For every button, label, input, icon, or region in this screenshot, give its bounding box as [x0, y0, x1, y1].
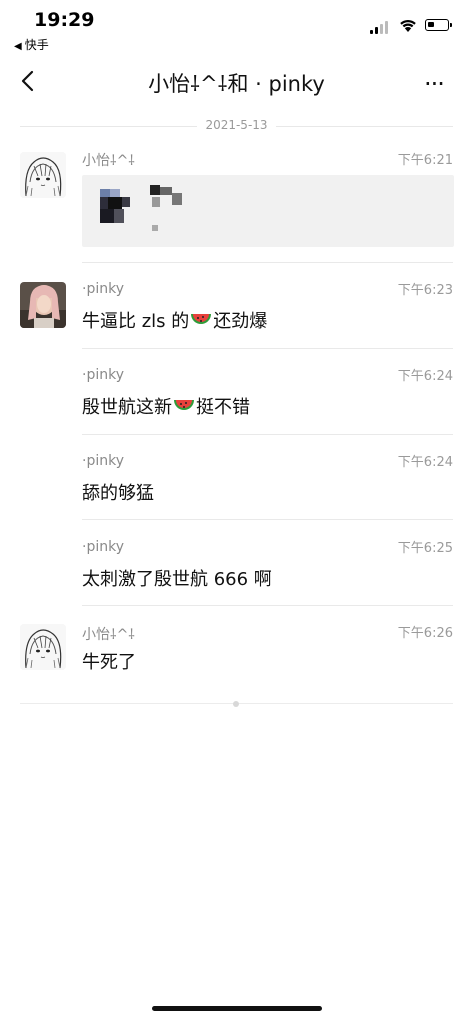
back-triangle-icon: ◀ — [14, 41, 22, 52]
sender-name: 小怡⸸^⸸ — [82, 627, 135, 643]
more-options-button[interactable]: ··· — [424, 70, 445, 98]
back-app-label: 快手 — [24, 38, 49, 52]
battery-icon — [425, 19, 452, 31]
message-text-part: 还劲爆 — [213, 311, 268, 332]
watermelon-icon — [191, 314, 212, 324]
message-text-part: 牛逼比 zls 的 — [82, 311, 190, 332]
avatar-pinky[interactable] — [20, 282, 66, 328]
date-separator: 2021-5-13 — [20, 118, 453, 134]
wifi-icon — [400, 19, 416, 32]
message-time: 下午6:24 — [397, 369, 453, 384]
pinky-photo-avatar-icon — [20, 282, 66, 328]
navigation-bar: 小怡⸸^⸸和 · pinky ··· — [0, 58, 473, 108]
sender-name: ·pinky — [82, 539, 124, 555]
message-divider — [82, 434, 453, 435]
avatar-xiaoyi[interactable] — [20, 624, 66, 670]
message-divider — [82, 605, 453, 606]
home-indicator[interactable] — [152, 1006, 322, 1011]
chat-title: 小怡⸸^⸸和 · pinky — [148, 72, 325, 96]
message-text[interactable]: 舔的够猛 — [82, 479, 154, 505]
message-text[interactable]: 牛死了 — [82, 648, 136, 674]
back-to-app-link[interactable]: ◀ 快手 — [14, 36, 49, 53]
message-divider — [82, 348, 453, 349]
status-time: 19:29 — [34, 9, 95, 31]
message-text[interactable]: 殷世航这新 挺不错 — [82, 393, 250, 419]
message-text-part: 殷世航这新 — [82, 397, 172, 418]
message-time: 下午6:25 — [397, 541, 453, 556]
message-time: 下午6:26 — [397, 626, 453, 641]
message-time: 下午6:21 — [397, 153, 453, 168]
sender-name: ·pinky — [82, 453, 124, 469]
message-text[interactable]: 太刺激了殷世航 666 啊 — [82, 565, 272, 591]
message-time: 下午6:23 — [397, 283, 453, 298]
message-divider — [82, 262, 453, 263]
sender-name: ·pinky — [82, 281, 124, 297]
sketch-girl-avatar-icon — [20, 624, 66, 670]
avatar-xiaoyi[interactable] — [20, 152, 66, 198]
message-text[interactable]: 牛逼比 zls 的 还劲爆 — [82, 307, 267, 333]
pixelated-image-message[interactable] — [82, 175, 454, 247]
sender-name: ·pinky — [82, 367, 124, 383]
message-text-part: 挺不错 — [196, 397, 250, 418]
sender-name: 小怡⸸^⸸ — [82, 153, 135, 169]
date-label: 2021-5-13 — [197, 118, 276, 132]
end-dot — [233, 701, 239, 707]
message-divider — [82, 519, 453, 520]
sketch-girl-avatar-icon — [20, 152, 66, 198]
status-bar: 19:29 ◀ 快手 — [0, 0, 473, 56]
watermelon-icon — [174, 400, 194, 410]
cellular-signal-icon — [370, 20, 392, 34]
message-time: 下午6:24 — [397, 455, 453, 470]
